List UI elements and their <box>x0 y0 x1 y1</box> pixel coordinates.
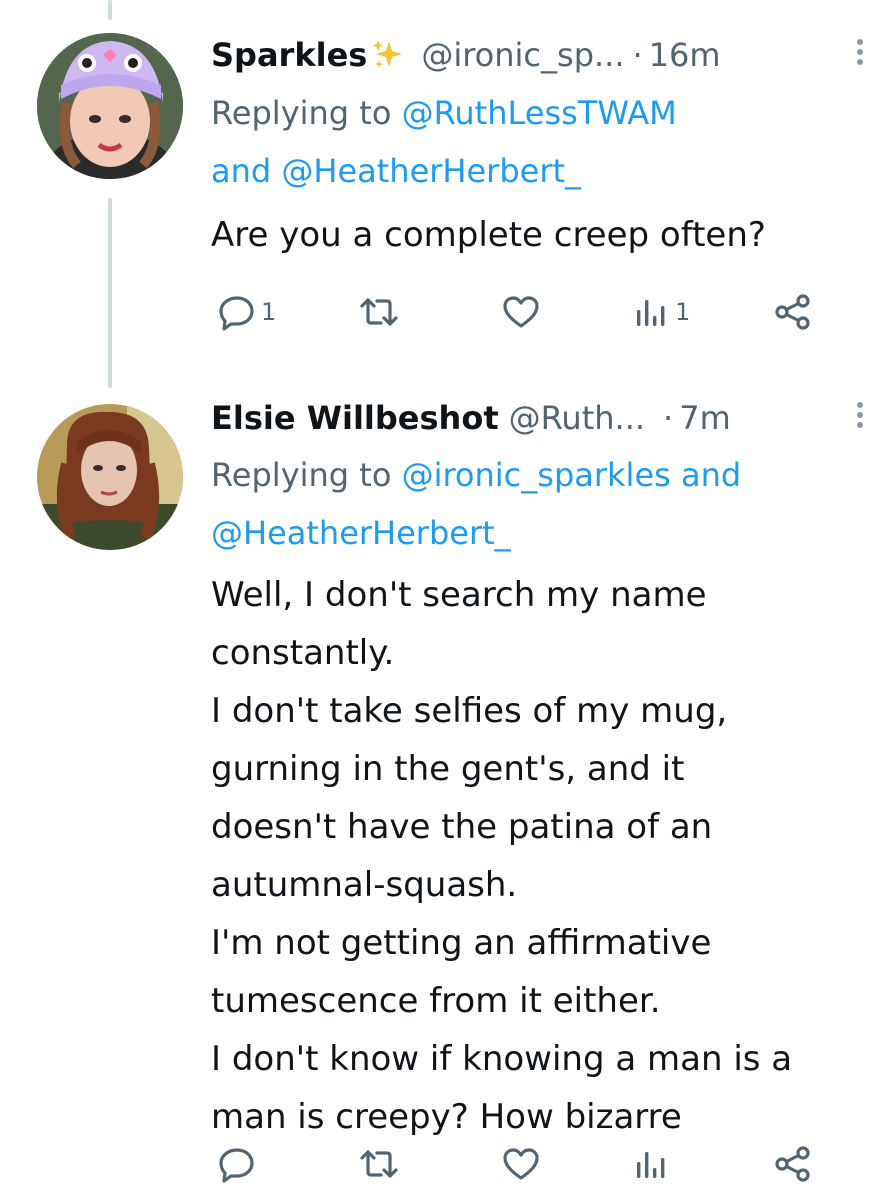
mention-joiner: and <box>211 152 272 190</box>
share-icon <box>775 1146 810 1182</box>
avatar-sparkles[interactable] <box>37 33 183 179</box>
views-icon <box>637 300 665 326</box>
retweet-button[interactable] <box>359 1142 399 1186</box>
replying-to-label: Replying to <box>211 456 392 494</box>
mention-link[interactable]: @ironic_sparkles <box>402 456 671 494</box>
heart-icon <box>503 1148 539 1180</box>
share-icon <box>775 294 810 330</box>
reply-button[interactable] <box>217 1142 261 1186</box>
like-button[interactable] <box>501 290 541 334</box>
retweet-icon <box>360 1150 398 1178</box>
user-handle[interactable]: @Ruth... <box>509 399 645 437</box>
mention-link[interactable]: @RuthLessTWAM <box>402 94 677 132</box>
tweet-elsie[interactable]: Elsie Willbeshot @Ruth... · 7m Replying … <box>0 380 885 1200</box>
avatar-elsie[interactable] <box>37 404 183 550</box>
display-name[interactable]: Sparkles <box>211 36 367 74</box>
heart-icon <box>503 296 539 328</box>
reply-icon <box>219 1148 254 1183</box>
display-name[interactable]: Elsie Willbeshot <box>211 399 499 437</box>
more-options-icon[interactable] <box>853 35 867 75</box>
timestamp[interactable]: 16m <box>649 36 721 74</box>
timestamp[interactable]: 7m <box>679 399 731 437</box>
tweet-actions <box>211 1142 831 1186</box>
tweet-header: Sparkles @ironic_sp... · 16m <box>211 33 865 77</box>
retweet-button[interactable] <box>359 290 399 334</box>
replying-to: Replying to @ironic_sparkles and @Heathe… <box>211 446 851 562</box>
user-handle[interactable]: @ironic_sp... <box>421 36 624 74</box>
separator-dot: · <box>663 399 674 437</box>
views-button[interactable] <box>631 1142 671 1186</box>
tweet-sparkles[interactable]: Sparkles @ironic_sp... · 16m Replying to… <box>0 0 885 380</box>
replying-to: Replying to @RuthLessTWAM and @HeatherHe… <box>211 84 851 200</box>
replying-to-label: Replying to <box>211 94 392 132</box>
tweet-text: Are you a complete creep often? <box>211 215 766 255</box>
mention-link[interactable]: @HeatherHerbert_ <box>211 514 511 552</box>
tweet-text: Well, I don't search my name constantly.… <box>211 575 793 1137</box>
tweet-actions: 1 1 <box>211 290 831 334</box>
reply-button[interactable]: 1 <box>217 290 276 334</box>
share-button[interactable] <box>773 290 813 334</box>
tweet-header: Elsie Willbeshot @Ruth... · 7m <box>211 396 865 440</box>
view-count: 1 <box>675 298 691 326</box>
retweet-icon <box>360 298 398 326</box>
avatar-elsie-image <box>37 404 183 550</box>
separator-dot: · <box>632 36 643 74</box>
reply-count: 1 <box>261 298 277 326</box>
share-button[interactable] <box>773 1142 813 1186</box>
like-button[interactable] <box>501 1142 541 1186</box>
reply-icon <box>219 296 254 331</box>
avatar-sparkles-image <box>37 33 183 179</box>
views-icon <box>637 1152 665 1178</box>
mention-link[interactable]: @HeatherHerbert_ <box>281 152 581 190</box>
views-button[interactable]: 1 <box>631 290 690 334</box>
sparkles-emoji-icon <box>373 40 403 68</box>
more-options-icon[interactable] <box>853 398 867 438</box>
mention-joiner: and <box>680 456 742 494</box>
